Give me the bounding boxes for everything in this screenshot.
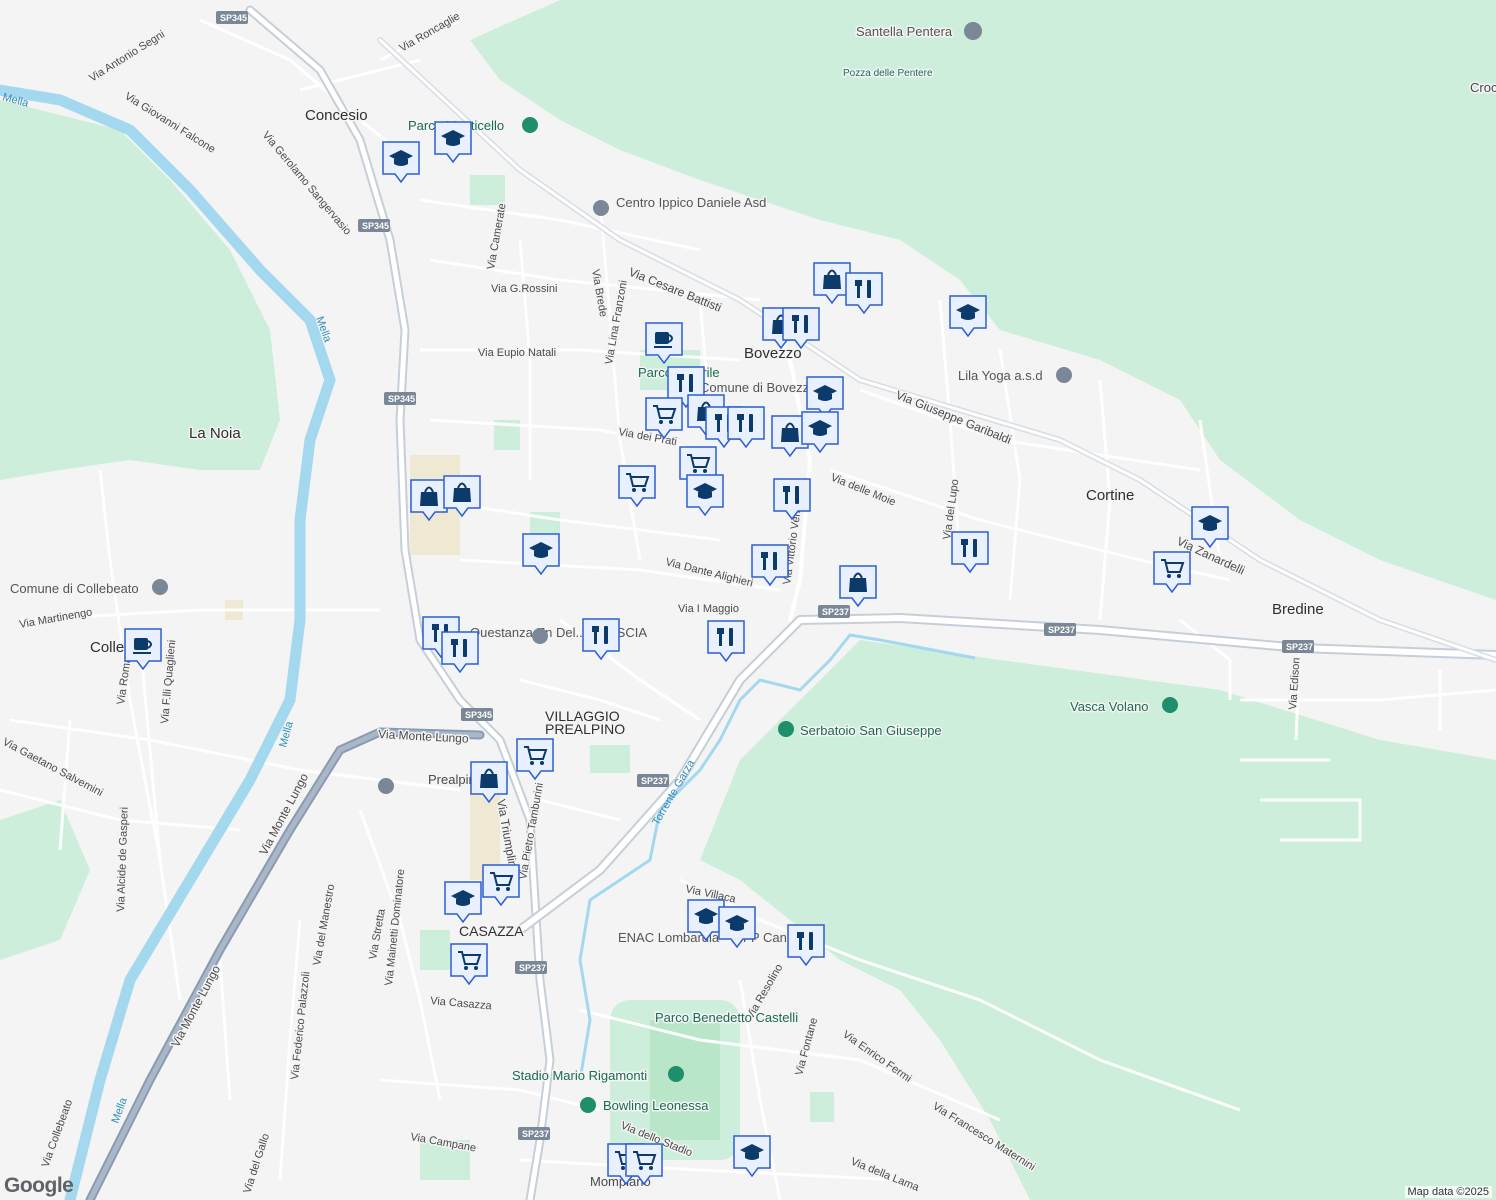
park-icon xyxy=(522,117,538,133)
museum-icon xyxy=(964,22,982,40)
park-icon xyxy=(778,721,794,737)
poi-questanza: Questanza En Del... BRESCIA xyxy=(470,625,647,640)
shield-sp345-c: SP345 xyxy=(384,392,416,405)
svg-text:SP237: SP237 xyxy=(822,607,849,617)
place-prealpino: PREALPINO xyxy=(545,721,625,737)
shield-sp345-b: SP345 xyxy=(358,219,390,232)
svg-text:Pozza delle Pentere: Pozza delle Pentere xyxy=(843,68,933,79)
stadium-icon xyxy=(668,1066,684,1082)
shield-sp237-c: SP237 xyxy=(1282,640,1314,653)
svg-text:Via Eupio Natali: Via Eupio Natali xyxy=(478,347,556,359)
poi-parco-castelli: Parco Benedetto Castelli xyxy=(655,1010,798,1025)
shield-sp237-e: SP237 xyxy=(515,961,547,974)
shield-sp237-a: SP237 xyxy=(818,605,850,618)
poi-vasca-volano: Vasca Volano xyxy=(1070,699,1149,714)
poi-santella-pentera: Santella Pentera xyxy=(856,24,953,39)
poi-bowling-leonessa: Bowling Leonessa xyxy=(603,1098,709,1113)
poi-pin-icon xyxy=(1056,367,1072,383)
school-poi-icon xyxy=(378,778,394,794)
svg-text:Via I Maggio: Via I Maggio xyxy=(678,603,739,615)
svg-text:SP237: SP237 xyxy=(519,963,546,973)
poi-comune-bovezzo: Comune di Bovezzo xyxy=(700,380,816,395)
svg-text:SP345: SP345 xyxy=(362,221,389,231)
google-logo: Google xyxy=(4,1174,74,1197)
svg-text:Via G.Rossini: Via G.Rossini xyxy=(491,283,557,295)
map-attribution: Map data ©2025 xyxy=(1404,1186,1492,1198)
place-bredine: Bredine xyxy=(1272,601,1324,618)
svg-text:SP237: SP237 xyxy=(522,1129,549,1139)
svg-text:SP237: SP237 xyxy=(1286,642,1313,652)
poi-comune-collebeato: Comune di Collebeato xyxy=(10,581,139,596)
svg-text:SP345: SP345 xyxy=(220,13,247,23)
poi-stadio-rigamonti: Stadio Mario Rigamonti xyxy=(512,1068,647,1083)
poi-centro-ippico: Centro Ippico Daniele Asd xyxy=(616,195,766,210)
svg-text:SP345: SP345 xyxy=(388,394,415,404)
place-croce: Croce xyxy=(1470,80,1496,95)
place-cortine: Cortine xyxy=(1086,487,1134,504)
poi-pin-icon xyxy=(532,628,548,644)
map-canvas[interactable]: SP345 SP345 SP345 SP345 SP237 SP237 SP23… xyxy=(0,0,1496,1200)
place-bovezzo: Bovezzo xyxy=(744,345,802,362)
poi-serbatoio: Serbatoio San Giuseppe xyxy=(800,723,942,738)
place-la-noia: La Noia xyxy=(189,425,241,442)
svg-text:SP237: SP237 xyxy=(641,776,668,786)
shield-sp345-a: SP345 xyxy=(216,11,248,24)
shield-sp345-d: SP345 xyxy=(461,708,493,721)
town-hall-icon xyxy=(152,579,168,595)
poi-pin-icon xyxy=(580,1097,596,1113)
shield-sp237-b: SP237 xyxy=(1044,623,1076,636)
shield-sp237-f: SP237 xyxy=(518,1127,550,1140)
shield-sp237-d: SP237 xyxy=(637,774,669,787)
poi-pin-icon xyxy=(593,200,609,216)
place-casazza: CASAZZA xyxy=(459,923,524,939)
svg-text:SP345: SP345 xyxy=(465,710,492,720)
park-icon xyxy=(1162,697,1178,713)
place-concesio: Concesio xyxy=(305,107,368,124)
svg-text:SP237: SP237 xyxy=(1048,625,1075,635)
poi-lila-yoga: Lila Yoga a.s.d xyxy=(958,368,1043,383)
